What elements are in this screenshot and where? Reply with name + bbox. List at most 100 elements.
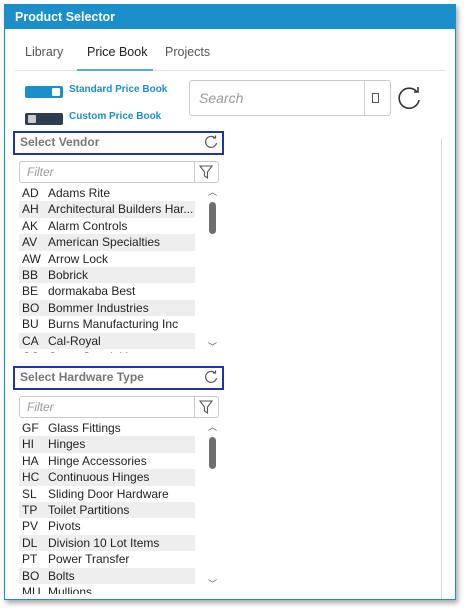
item-code: CA (22, 333, 39, 348)
item-code: AV (22, 235, 38, 250)
item-name: dormakaba Best (48, 284, 136, 299)
vendor-filter-input[interactable]: Filter (19, 161, 219, 183)
list-item[interactable]: DL Division 10 Lot Items (19, 534, 195, 552)
item-code: AH (22, 202, 39, 217)
item-code: HC (22, 470, 40, 485)
refresh-icon[interactable] (395, 83, 425, 113)
list-item[interactable]: PV Pivots (19, 518, 221, 534)
item-name: Sliding Door Hardware (48, 486, 169, 501)
toggle-knob (52, 88, 60, 96)
custom-price-book-label[interactable]: Custom Price Book (69, 111, 161, 122)
list-item[interactable]: BU Burns Manufacturing Inc (19, 316, 221, 332)
item-name: Division 10 Lot Items (48, 535, 160, 550)
list-item[interactable]: AW Arrow Lock (19, 251, 221, 267)
item-name: Cross Specialties (48, 350, 141, 353)
list-item[interactable]: AV American Specialties (19, 234, 195, 251)
scroll-thumb[interactable] (209, 202, 216, 234)
scroll-down-icon[interactable]: ﹀ (208, 577, 217, 590)
list-item[interactable]: PT Power Transfer (19, 551, 221, 567)
list-item[interactable]: BB Bobrick (19, 266, 195, 284)
standard-price-book-toggle[interactable] (25, 86, 63, 98)
item-name: Bobrick (48, 267, 89, 282)
refresh-icon[interactable] (203, 369, 219, 385)
scroll-up-icon[interactable]: ︿ (208, 185, 217, 198)
item-name: Hinges (48, 437, 86, 452)
item-name: Bolts (48, 568, 75, 583)
search-divider (364, 81, 365, 115)
tab-bar: Library Price Book Projects (15, 38, 445, 71)
item-name: Glass Fittings (48, 421, 121, 435)
refresh-icon[interactable] (203, 134, 219, 150)
item-code: BB (22, 267, 39, 282)
list-item[interactable]: AD Adams Rite (19, 185, 221, 201)
filter-divider (194, 397, 195, 417)
filter-placeholder: Filter (27, 165, 54, 179)
window-title: Product Selector (5, 5, 455, 29)
item-code: BU (22, 317, 39, 332)
scroll-up-icon[interactable]: ︿ (208, 420, 217, 433)
item-name: Pivots (48, 519, 81, 534)
tab-library[interactable]: Library (25, 45, 63, 59)
item-code: BE (22, 284, 39, 299)
tab-price-book[interactable]: Price Book (87, 45, 147, 59)
list-item[interactable]: CC Cross Specialties (19, 349, 221, 353)
list-item[interactable]: AH Architectural Builders Har... (19, 201, 195, 218)
item-code: AD (22, 186, 39, 200)
hardware-filter-input[interactable]: Filter (19, 396, 219, 418)
item-name: Power Transfer (48, 552, 130, 567)
select-hardware-type-label: Select Hardware Type (20, 370, 144, 384)
item-code: GF (22, 421, 39, 435)
filter-placeholder: Filter (27, 400, 54, 414)
item-name: Mullions (48, 584, 93, 594)
list-item[interactable]: BO Bommer Industries (19, 299, 195, 317)
standard-price-book-label[interactable]: Standard Price Book (69, 84, 167, 95)
toggle-knob (28, 115, 36, 123)
item-name: Burns Manufacturing Inc (48, 317, 179, 332)
search-placeholder: Search (199, 90, 244, 106)
search-button-icon[interactable] (372, 93, 379, 103)
item-code: BO (22, 300, 40, 315)
list-item[interactable]: TP Toilet Partitions (19, 501, 195, 519)
hardware-scrollbar[interactable]: ︿ ﹀ (205, 420, 219, 590)
item-code: HI (22, 437, 34, 452)
tab-projects[interactable]: Projects (165, 45, 210, 59)
list-item[interactable]: BE dormakaba Best (19, 283, 221, 299)
item-name: Continuous Hinges (48, 470, 150, 485)
scroll-thumb[interactable] (209, 437, 216, 469)
item-name: Alarm Controls (48, 218, 128, 233)
list-item[interactable]: BO Bolts (19, 567, 195, 584)
list-item[interactable]: HA Hinge Accessories (19, 453, 221, 469)
item-code: BO (22, 568, 40, 583)
item-code: SL (22, 486, 37, 501)
item-name: Cal-Royal (48, 333, 101, 348)
list-item[interactable]: HI Hinges (19, 436, 195, 453)
filter-icon[interactable] (198, 164, 214, 180)
item-name: Hinge Accessories (48, 453, 147, 468)
item-code: HA (22, 453, 39, 468)
item-name: Toilet Partitions (48, 502, 130, 517)
product-selector-window: Product Selector Library Price Book Proj… (4, 4, 456, 600)
item-name: American Specialties (48, 235, 161, 250)
custom-price-book-toggle[interactable] (25, 113, 63, 125)
select-hardware-type-header: Select Hardware Type (13, 366, 224, 390)
scroll-down-icon[interactable]: ﹀ (208, 340, 217, 353)
item-name: Adams Rite (48, 186, 111, 200)
list-item[interactable]: GF Glass Fittings (19, 420, 221, 436)
select-vendor-header: Select Vendor (13, 131, 224, 155)
vendor-list: AD Adams Rite AH Architectural Builders Har… (19, 185, 221, 353)
active-tab-indicator (77, 69, 153, 71)
list-item[interactable]: SL Sliding Door Hardware (19, 486, 221, 502)
list-item[interactable]: MU Mullions (19, 584, 221, 594)
list-item[interactable]: HC Continuous Hinges (19, 469, 195, 486)
select-vendor-label: Select Vendor (20, 135, 100, 149)
item-code: PV (22, 519, 39, 534)
vendor-scrollbar[interactable]: ︿ ﹀ (205, 185, 219, 353)
item-code: MU (22, 584, 41, 594)
list-item[interactable]: CA Cal-Royal (19, 332, 195, 349)
filter-icon[interactable] (198, 399, 214, 415)
item-code: CC (22, 350, 39, 353)
item-code: AW (22, 251, 41, 266)
item-code: DL (22, 535, 38, 550)
list-item[interactable]: AK Alarm Controls (19, 218, 221, 234)
search-input[interactable]: Search (189, 80, 391, 116)
